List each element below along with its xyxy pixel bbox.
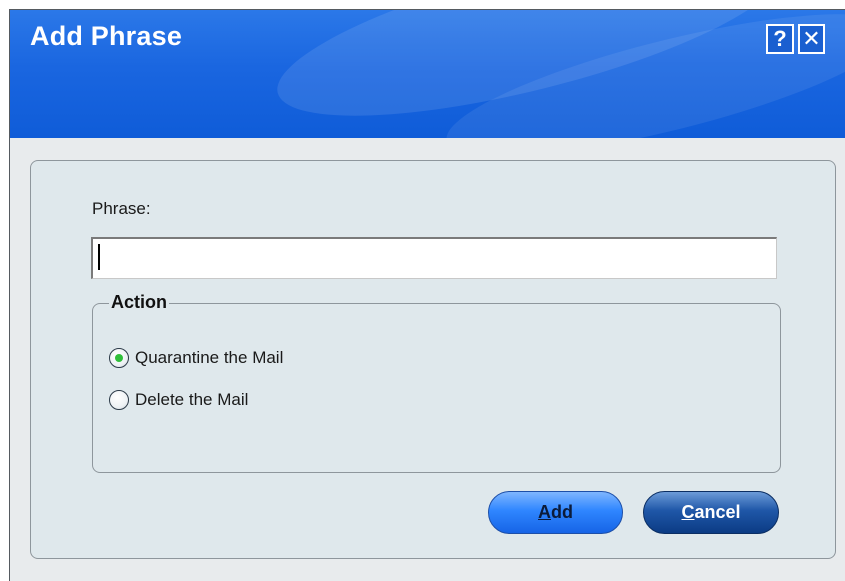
help-button[interactable]: ? xyxy=(766,24,794,54)
action-group-box xyxy=(92,303,781,473)
close-icon: ✕ xyxy=(802,26,821,51)
close-button[interactable]: ✕ xyxy=(798,24,825,54)
content-panel: Phrase: Action Quarantine the Mail Delet… xyxy=(30,160,836,559)
add-button-label: dd xyxy=(551,502,573,522)
add-button[interactable]: Add xyxy=(488,491,623,534)
text-caret xyxy=(98,244,100,270)
phrase-input[interactable] xyxy=(91,237,777,279)
cancel-button-mnemonic: C xyxy=(681,502,695,522)
cancel-button[interactable]: Cancel xyxy=(643,491,779,534)
phrase-label: Phrase: xyxy=(92,199,151,218)
add-button-mnemonic: A xyxy=(538,502,551,522)
add-phrase-dialog: Add Phrase ? ✕ Phrase: Action Quarantine… xyxy=(9,9,845,581)
dialog-title: Add Phrase xyxy=(30,21,183,51)
option-delete[interactable]: Delete the Mail xyxy=(109,390,248,410)
radio-delete[interactable] xyxy=(109,390,129,410)
help-icon: ? xyxy=(773,26,787,51)
cancel-button-label: ancel xyxy=(694,502,741,522)
option-delete-label: Delete the Mail xyxy=(135,390,249,409)
action-group-label: Action xyxy=(109,292,169,313)
title-bar: Add Phrase ? ✕ xyxy=(10,10,845,138)
option-quarantine[interactable]: Quarantine the Mail xyxy=(109,348,283,368)
option-quarantine-label: Quarantine the Mail xyxy=(135,348,284,367)
radio-quarantine[interactable] xyxy=(109,348,129,368)
